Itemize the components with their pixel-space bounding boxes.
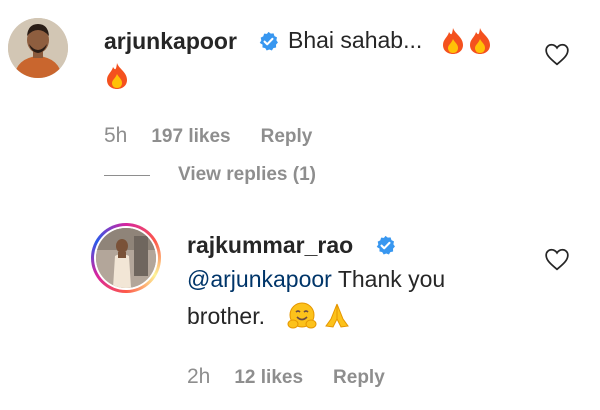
reply-button[interactable]: Reply	[261, 126, 313, 148]
heart-outline-icon[interactable]	[544, 247, 570, 271]
timestamp: 5h	[104, 124, 128, 147]
likes-count[interactable]: 12 likes	[234, 367, 303, 389]
verified-badge-icon	[259, 31, 278, 51]
comment-text: Bhai sahab...	[288, 27, 423, 53]
comment-text: @arjunkapoor Thank you	[187, 263, 445, 295]
likes-count[interactable]: 197 likes	[151, 126, 230, 148]
view-replies-label[interactable]: View replies (1)	[178, 164, 316, 186]
folded-hands-emoji	[325, 303, 349, 328]
comment-text-line2: brother.	[187, 303, 265, 329]
comment-meta: 2h 12 likes Reply	[187, 365, 385, 389]
avatar[interactable]	[96, 228, 156, 288]
hugging-face-emoji	[287, 302, 317, 329]
comment-text-line1: Thank you	[337, 266, 446, 292]
divider	[104, 174, 150, 176]
mention-link[interactable]: @arjunkapoor	[187, 266, 332, 292]
reply-button[interactable]: Reply	[333, 367, 385, 389]
verified-badge-icon	[376, 235, 395, 255]
story-ring[interactable]	[91, 223, 161, 293]
view-replies-button[interactable]: View replies (1)	[104, 164, 316, 186]
comment-meta: 5h 197 likes Reply	[104, 124, 312, 148]
fire-emoji	[443, 28, 463, 54]
username[interactable]: rajkummar_rao	[187, 232, 353, 259]
comment-text-line2-row: brother.	[187, 300, 265, 332]
username[interactable]: arjunkapoor	[104, 28, 237, 55]
avatar[interactable]	[8, 18, 68, 78]
timestamp: 2h	[187, 365, 211, 388]
fire-emoji	[470, 28, 490, 54]
heart-outline-icon[interactable]	[544, 42, 570, 66]
fire-emoji	[107, 63, 127, 89]
